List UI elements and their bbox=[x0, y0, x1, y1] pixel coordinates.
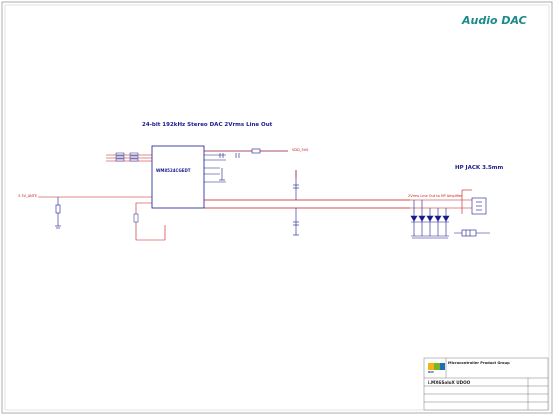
output-power-label: VDD_5V0 bbox=[292, 148, 309, 152]
sheet-border bbox=[1, 1, 553, 414]
title-block-board: i.MX6SoloX UDOO bbox=[428, 380, 471, 385]
dac-output-pins bbox=[204, 150, 288, 183]
title-block-company: Microcontroller Product Group bbox=[448, 361, 510, 365]
sheet-inner-border bbox=[4, 4, 550, 411]
esd-diodes bbox=[410, 200, 450, 239]
schematic-sheet: Audio DAC 24-bit 192kHz Stereo DAC 2Vrms… bbox=[0, 0, 554, 415]
plug-connector bbox=[454, 229, 490, 237]
dac-heading: 24-bit 192kHz Stereo DAC 2Vrms Line Out bbox=[142, 122, 273, 128]
mute-loop bbox=[135, 202, 166, 241]
hp-net-label: 2Vrms Line Out to HP Amplifier bbox=[408, 194, 463, 198]
hp-jack-heading: HP JACK 3.5mm bbox=[455, 165, 504, 171]
nxp-logo-text: NXP bbox=[428, 371, 435, 374]
input-power-label: 3.3V_ANTE bbox=[18, 194, 38, 198]
line-out-traces bbox=[204, 199, 410, 209]
dac-ic-body bbox=[151, 145, 205, 209]
output-capacitors bbox=[219, 148, 261, 181]
dac-part-number: WM8524CGEDT bbox=[156, 168, 191, 173]
dac-input-pins bbox=[106, 154, 152, 162]
schematic-drawing bbox=[1, 1, 553, 414]
nxp-logo bbox=[428, 363, 445, 370]
page-title: Audio DAC bbox=[462, 14, 527, 27]
hp-jack bbox=[471, 197, 487, 215]
